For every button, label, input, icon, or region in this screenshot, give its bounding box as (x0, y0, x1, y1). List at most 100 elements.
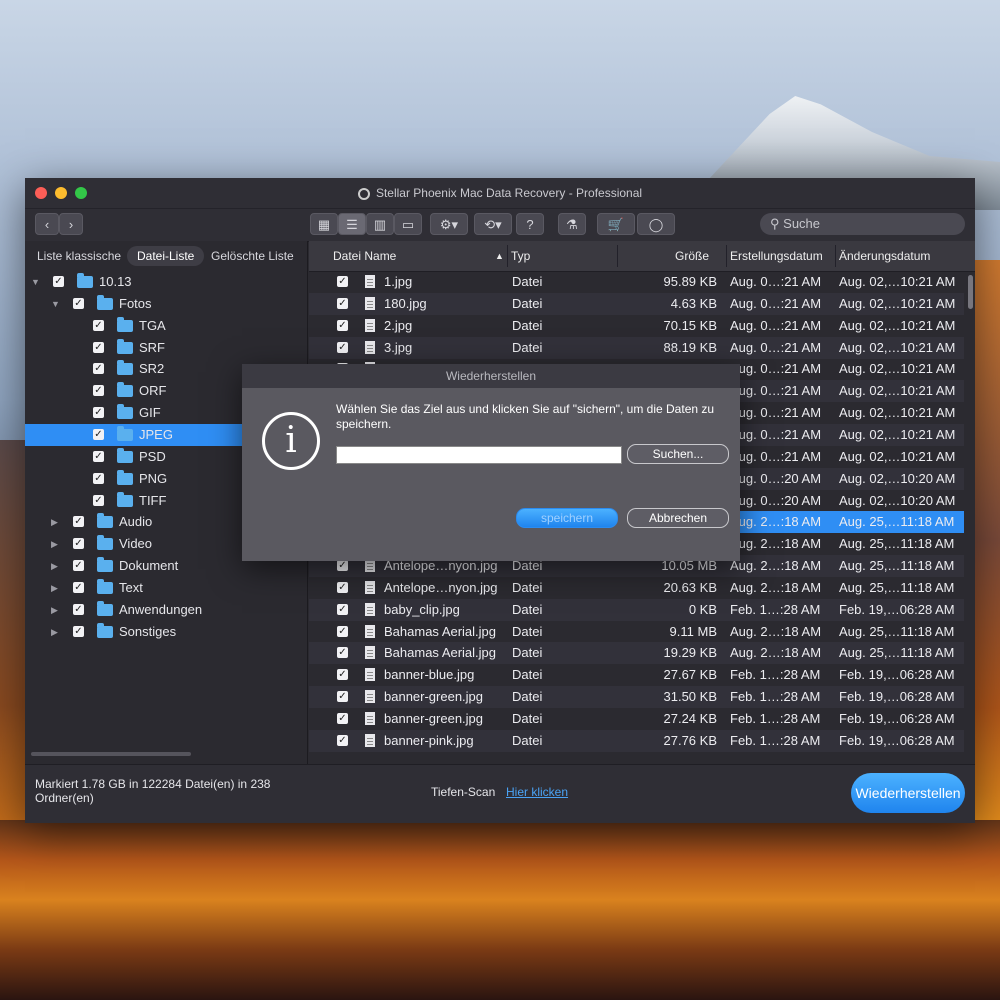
row-checkbox[interactable]: ✓ (337, 713, 348, 724)
icon-view-button[interactable]: ▦ (310, 213, 338, 235)
tree-item[interactable]: ✓ SRF (25, 337, 307, 359)
tree-item[interactable]: ▶ ✓ Text (25, 577, 307, 599)
table-row[interactable]: ✓ banner-green.jpg Datei 27.24 KB Feb. 1…:28… (309, 708, 964, 730)
tree-item[interactable]: ▼ ✓ 10.13 (25, 271, 307, 293)
column-header-name[interactable]: Datei Name (333, 249, 396, 263)
disclosure-collapsed-icon[interactable]: ▶ (51, 533, 58, 555)
tab-deleted-list[interactable]: Gelöschte Liste (211, 246, 294, 266)
destination-path-input[interactable] (336, 446, 622, 464)
cell-type: Datei (512, 317, 543, 333)
tree-item-checkbox[interactable]: ✓ (73, 516, 84, 528)
table-row[interactable]: ✓ baby_clip.jpg Datei 0 KB Feb. 1…:28 AM Feb.… (309, 598, 964, 621)
list-view-button[interactable]: ☰ (338, 213, 366, 235)
tree-item-checkbox[interactable]: ✓ (93, 319, 104, 331)
cell-modified: Aug. 02,…10:21 AM (839, 448, 956, 464)
cell-type: Datei (512, 711, 543, 726)
tree-item[interactable]: ▶ ✓ Anwendungen (25, 599, 307, 621)
row-checkbox[interactable]: ✓ (337, 734, 348, 746)
folder-icon (117, 338, 133, 354)
disclosure-collapsed-icon[interactable]: ▶ (51, 621, 58, 643)
table-row[interactable]: ✓ 180.jpg Datei 4.63 KB Aug. 0…:21 AM Aug. 02… (309, 292, 964, 315)
cell-modified: Aug. 02,…10:21 AM (839, 426, 956, 442)
column-header-type[interactable]: Typ (511, 249, 530, 263)
row-checkbox[interactable]: ✓ (337, 297, 348, 309)
tree-item-checkbox[interactable]: ✓ (73, 560, 84, 572)
row-checkbox[interactable]: ✓ (337, 276, 348, 287)
tree-item-label: ORF (139, 383, 167, 399)
column-header-created[interactable]: Erstellungsdatum (730, 249, 823, 263)
row-checkbox[interactable]: ✓ (337, 669, 348, 681)
disclosure-collapsed-icon[interactable]: ▶ (51, 599, 58, 621)
row-checkbox[interactable]: ✓ (337, 581, 348, 593)
table-row[interactable]: ✓ 3.jpg Datei 88.19 KB Aug. 0…:21 AM Aug. 02,… (309, 336, 964, 359)
deep-scan-link[interactable]: Hier klicken (506, 785, 568, 799)
row-checkbox[interactable]: ✓ (337, 603, 348, 615)
row-checkbox[interactable]: ✓ (337, 560, 348, 572)
table-row[interactable]: ✓ Bahamas Aerial.jpg Datei 9.11 MB Aug. 2…:1… (309, 621, 964, 643)
browse-button[interactable]: Suchen... (627, 444, 729, 464)
cell-created: Feb. 1…:28 AM (730, 667, 821, 683)
row-checkbox[interactable]: ✓ (337, 341, 348, 353)
table-row[interactable]: ✓ 1.jpg Datei 95.89 KB Aug. 0…:21 AM Aug. 02,… (309, 271, 964, 293)
tree-item-checkbox[interactable]: ✓ (73, 297, 84, 309)
row-checkbox[interactable]: ✓ (337, 625, 348, 637)
tree-item-checkbox[interactable]: ✓ (73, 581, 84, 593)
save-button[interactable]: speichern (516, 508, 618, 528)
tab-classic-list[interactable]: Liste klassische (37, 246, 121, 266)
table-row[interactable]: ✓ Antelope…nyon.jpg Datei 20.63 KB Aug. 2…:1… (309, 577, 964, 599)
cancel-button[interactable]: Abbrechen (627, 508, 729, 528)
coverflow-view-button[interactable]: ▭ (394, 213, 422, 235)
account-button[interactable]: ◯ (637, 213, 675, 235)
cell-created: Feb. 1…:28 AM (730, 601, 821, 617)
cell-modified: Aug. 02,…10:20 AM (839, 492, 956, 508)
forward-button[interactable]: › (59, 213, 83, 235)
disclosure-expanded-icon[interactable]: ▼ (31, 271, 40, 293)
help-button[interactable]: ? (516, 213, 544, 235)
tree-item[interactable]: ▶ ✓ Sonstiges (25, 621, 307, 643)
back-button[interactable]: ‹ (35, 213, 59, 235)
tree-item-checkbox[interactable]: ✓ (93, 407, 104, 419)
tree-item[interactable]: ▼ ✓ Fotos (25, 293, 307, 315)
tree-item-checkbox[interactable]: ✓ (93, 363, 104, 375)
cart-button[interactable]: 🛒 (597, 213, 635, 235)
disclosure-expanded-icon[interactable]: ▼ (51, 293, 60, 315)
table-scrollbar[interactable] (968, 275, 973, 309)
tree-item[interactable]: ✓ TGA (25, 315, 307, 337)
tree-item-checkbox[interactable]: ✓ (93, 341, 104, 353)
tree-item-checkbox[interactable]: ✓ (93, 494, 104, 506)
column-header-modified[interactable]: Änderungsdatum (839, 249, 930, 263)
disclosure-collapsed-icon[interactable]: ▶ (51, 511, 58, 533)
table-row[interactable]: ✓ banner-pink.jpg Datei 27.76 KB Feb. 1…:28 … (309, 729, 964, 752)
disclosure-collapsed-icon[interactable]: ▶ (51, 577, 58, 599)
file-icon (365, 296, 375, 310)
columns-icon: ▥ (373, 217, 387, 232)
window-title: Stellar Phoenix Mac Data Recovery - Prof… (25, 186, 975, 200)
sidebar-scrollbar[interactable] (31, 752, 191, 756)
recover-button[interactable]: Wiederherstellen (851, 773, 965, 813)
row-checkbox[interactable]: ✓ (337, 319, 348, 331)
table-row[interactable]: ✓ 2.jpg Datei 70.15 KB Aug. 0…:21 AM Aug. 02,… (309, 315, 964, 337)
column-view-button[interactable]: ▥ (366, 213, 394, 235)
tree-item-checkbox[interactable]: ✓ (93, 450, 104, 462)
column-header-size[interactable]: Größe (675, 249, 709, 263)
history-menu-button[interactable]: ⟲▾ (474, 213, 512, 235)
tree-item-label: Dokument (119, 558, 179, 574)
tree-item-checkbox[interactable]: ✓ (93, 428, 104, 440)
table-row[interactable]: ✓ banner-green.jpg Datei 31.50 KB Feb. 1…:28… (309, 686, 964, 709)
tab-file-list[interactable]: Datei-Liste (127, 246, 205, 266)
disclosure-collapsed-icon[interactable]: ▶ (51, 555, 58, 577)
tree-item-checkbox[interactable]: ✓ (73, 603, 84, 615)
folder-icon (117, 382, 133, 398)
table-row[interactable]: ✓ banner-blue.jpg Datei 27.67 KB Feb. 1…:28 … (309, 664, 964, 686)
tree-item-checkbox[interactable]: ✓ (93, 385, 104, 397)
row-checkbox[interactable]: ✓ (337, 691, 348, 703)
table-row[interactable]: ✓ Bahamas Aerial.jpg Datei 19.29 KB Aug. 2…:… (309, 642, 964, 665)
tree-item-checkbox[interactable]: ✓ (73, 625, 84, 637)
tree-item-checkbox[interactable]: ✓ (73, 538, 84, 550)
tree-item-checkbox[interactable]: ✓ (93, 472, 104, 484)
settings-menu-button[interactable]: ⚙▾ (430, 213, 468, 235)
scan-tool-button[interactable]: ⚗ (558, 213, 586, 235)
row-checkbox[interactable]: ✓ (337, 647, 348, 659)
search-input[interactable]: ⚲ Suche (760, 213, 965, 235)
tree-item-checkbox[interactable]: ✓ (53, 276, 64, 287)
